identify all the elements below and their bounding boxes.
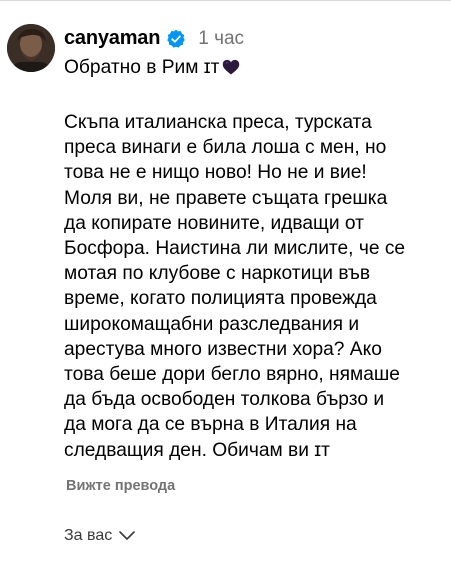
post-header: canyaman 1 час (64, 27, 443, 50)
post-time: 1 час (198, 27, 245, 49)
body-line: време, когато полицията провежда (64, 288, 377, 310)
for-you-label: За вас (64, 527, 113, 544)
body-line: следващия ден. Обичам ви ɪт (64, 439, 330, 461)
caption: Обратно в Рим ɪт (64, 55, 443, 80)
body-line: това беше дори бегло вярно, нямаше (64, 364, 400, 386)
body-line: да копирате новините, идващи от (64, 212, 364, 234)
for-you-dropdown[interactable]: За вас (64, 527, 136, 545)
black-heart-icon (222, 59, 240, 75)
verified-badge-icon (166, 29, 186, 49)
body-line: това не е нищо ново! Но не и вие! (64, 162, 367, 184)
body-line: преса винаги е била лоша с мен, но (64, 137, 387, 159)
body-line: широкомащабни разследвания и (64, 313, 360, 335)
see-translation-link[interactable]: Вижте превода (66, 478, 175, 494)
caption-line: Обратно в Рим ɪт (64, 55, 443, 80)
chevron-down-icon (118, 530, 136, 542)
avatar-image (7, 24, 55, 72)
body-line: арестува много известни хора? Ако (64, 338, 382, 360)
username[interactable]: canyaman (64, 27, 160, 50)
body-line: мотая по клубове с наркотици във (64, 263, 371, 285)
body-line: Босфора. Наистина ли мислите, че се (64, 238, 406, 260)
comment-panel: canyaman 1 час Обратно в Рим ɪт Скъпа ит… (0, 0, 451, 561)
body-line: Скъпа италианска преса, турската (64, 112, 372, 133)
body-line: Моля ви, не правете същата грешка (64, 187, 388, 209)
avatar[interactable] (7, 24, 55, 72)
body-line: да бъда освободен толкова бързо и (64, 389, 385, 411)
body-line: да мога да се върна в Италия на (64, 414, 357, 436)
caption-text: Обратно в Рим ɪт (64, 57, 220, 78)
post-body: Скъпа италианска преса, турската преса в… (64, 110, 447, 463)
